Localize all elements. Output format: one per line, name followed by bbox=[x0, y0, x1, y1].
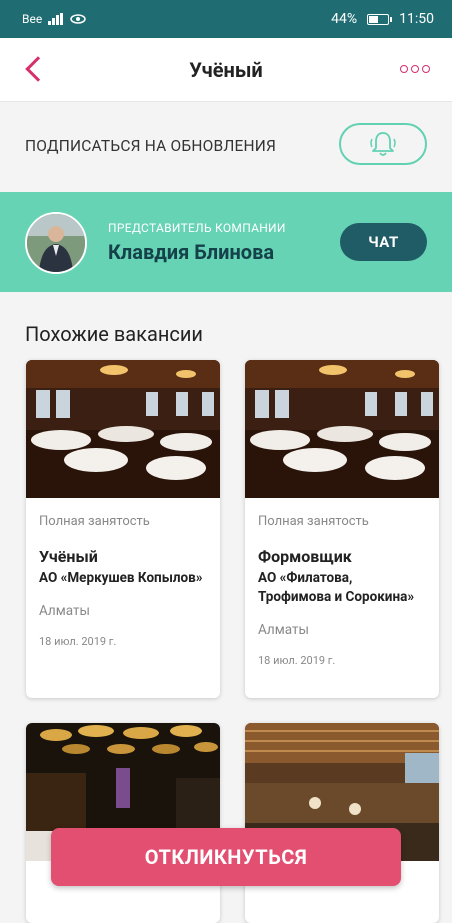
subscribe-bell-button[interactable] bbox=[339, 123, 427, 165]
employment-type: Полная занятость bbox=[258, 514, 369, 529]
status-bar: Bee 44% 11:50 bbox=[0, 0, 452, 38]
vacancy-card[interactable] bbox=[245, 723, 439, 923]
company-name: АО «Меркушев Копылов» bbox=[39, 570, 203, 586]
status-left: Bee bbox=[22, 12, 86, 26]
status-right: 44% 11:50 bbox=[331, 11, 434, 27]
similar-vacancies-title: Похожие вакансии bbox=[25, 322, 203, 346]
eye-icon bbox=[70, 14, 86, 24]
clock: 11:50 bbox=[399, 11, 434, 27]
subscribe-row: ПОДПИСАТЬСЯ НА ОБНОВЛЕНИЯ bbox=[0, 102, 452, 192]
restaurant-image bbox=[245, 360, 439, 498]
bell-icon bbox=[370, 132, 396, 156]
representative-role: ПРЕДСТАВИТЕЛЬ КОМПАНИИ bbox=[108, 221, 286, 235]
job-title: Формовщик bbox=[258, 547, 352, 566]
job-title: Учёный bbox=[39, 547, 98, 566]
date: 18 июл. 2019 г. bbox=[258, 654, 336, 667]
app-bar: Учёный bbox=[0, 38, 452, 102]
vacancy-card[interactable]: Полная занятость Учёный АО «Меркушев Коп… bbox=[26, 360, 220, 698]
signal-icon bbox=[48, 13, 64, 25]
avatar bbox=[25, 212, 87, 274]
battery-icon bbox=[367, 13, 393, 25]
city: Алматы bbox=[258, 622, 309, 638]
employment-type: Полная занятость bbox=[39, 514, 150, 529]
vacancy-card[interactable]: Полная занятость Формовщик АО «Филатова,… bbox=[245, 360, 439, 698]
more-options-icon[interactable] bbox=[400, 65, 430, 73]
representative-name: Клавдия Блинова bbox=[108, 240, 275, 264]
vacancy-card[interactable] bbox=[26, 723, 220, 923]
restaurant-image bbox=[26, 360, 220, 498]
subscribe-label: ПОДПИСАТЬСЯ НА ОБНОВЛЕНИЯ bbox=[25, 137, 277, 155]
battery-percent: 44% bbox=[331, 11, 358, 27]
date: 18 июл. 2019 г. bbox=[39, 635, 117, 648]
apply-button[interactable]: ОТКЛИКНУТЬСЯ bbox=[51, 828, 401, 886]
carrier-label: Bee bbox=[22, 12, 43, 26]
company-representative-panel: ПРЕДСТАВИТЕЛЬ КОМПАНИИ Клавдия Блинова Ч… bbox=[0, 192, 452, 292]
page-title: Учёный bbox=[189, 58, 263, 82]
chat-button[interactable]: ЧАТ bbox=[340, 223, 427, 261]
company-name: АО «Филатова, Трофимова и Сорокина» bbox=[258, 570, 415, 605]
city: Алматы bbox=[39, 603, 90, 619]
